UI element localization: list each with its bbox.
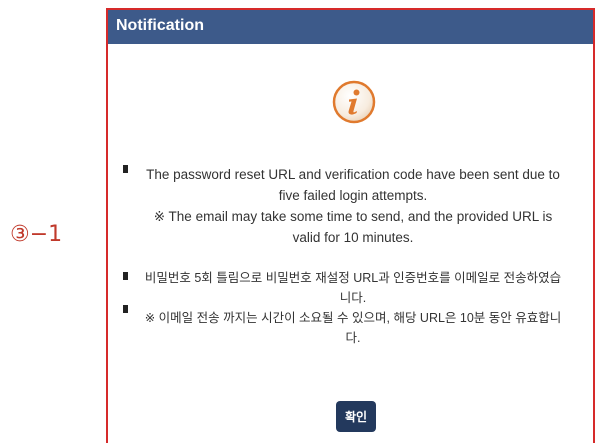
message-line: 다. bbox=[345, 331, 361, 345]
message-line: valid for 10 minutes. bbox=[292, 230, 414, 245]
ok-button[interactable]: 확인 bbox=[336, 401, 376, 432]
dialog-title: Notification bbox=[116, 17, 204, 34]
message-line: ※ 이메일 전송 까지는 시간이 소요될 수 있으며, 해당 URL은 10분 … bbox=[144, 311, 562, 325]
dialog-titlebar: Notification bbox=[108, 10, 593, 44]
message-line: The password reset URL and verification … bbox=[146, 167, 560, 182]
message-english: The password reset URL and verification … bbox=[122, 164, 584, 248]
page: ③−1 Notification The password reset URL … bbox=[0, 0, 599, 443]
message-line: 비밀번호 5회 틀림으로 비밀번호 재설정 URL과 인증번호를 이메일로 전송… bbox=[144, 271, 562, 285]
message-line: ※ The email may take some time to send, … bbox=[153, 209, 553, 224]
message-line: 니다. bbox=[339, 291, 367, 305]
message-korean: 비밀번호 5회 틀림으로 비밀번호 재설정 URL과 인증번호를 이메일로 전송… bbox=[122, 268, 584, 348]
step-label: ③−1 bbox=[10, 222, 63, 247]
message-line: five failed login attempts. bbox=[278, 188, 428, 203]
notification-dialog: Notification The password reset URL and … bbox=[106, 8, 595, 443]
info-icon bbox=[332, 80, 376, 124]
